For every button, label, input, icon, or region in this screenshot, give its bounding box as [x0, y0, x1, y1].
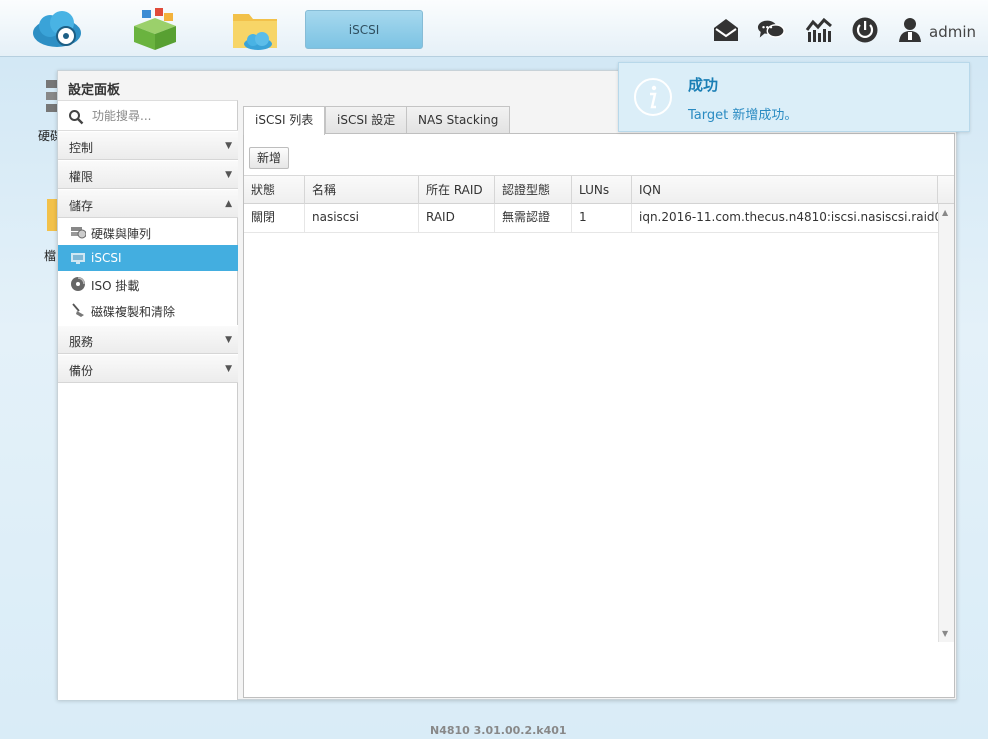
cell-auth: 無需認證 — [495, 204, 572, 232]
sidebar: 控制 ▼ 權限 ▼ 儲存 ▲ 硬碟與陣列 iSCSI — [58, 100, 238, 700]
add-button[interactable]: 新增 — [249, 147, 290, 169]
chevron-down-icon: ▼ — [225, 335, 232, 345]
column-header-iqn[interactable]: IQN — [632, 176, 938, 204]
column-header-auth[interactable]: 認證型態 — [495, 176, 572, 204]
sidebar-category-storage[interactable]: 儲存 ▲ — [58, 189, 238, 218]
desktop-label-file[interactable]: 檔 — [44, 247, 56, 264]
settings-panel: 設定面板 控制 ▼ 權限 ▼ 儲存 ▲ 硬碟與陣列 — [57, 70, 957, 700]
chevron-up-icon: ▲ — [225, 199, 232, 209]
tab-iscsi-app[interactable]: iSCSI — [305, 10, 423, 49]
mail-icon[interactable] — [712, 16, 740, 44]
table-row[interactable]: 關閉 nasiscsi RAID 無需認證 1 iqn.2016-11.com.… — [244, 204, 938, 233]
column-header-name[interactable]: 名稱 — [305, 176, 419, 204]
tab-content: 新增 狀態 名稱 所在 RAID 認證型態 LUNs IQN 關閉 nasisc… — [243, 133, 955, 698]
info-icon — [634, 78, 672, 116]
tab-iscsi-settings[interactable]: iSCSI 設定 — [325, 106, 408, 134]
iscsi-icon — [71, 253, 85, 264]
disk-desktop-icon[interactable] — [44, 78, 58, 118]
sidebar-category-permissions[interactable]: 權限 ▼ — [58, 160, 238, 189]
broom-icon — [72, 303, 84, 317]
cloud-settings-icon[interactable] — [30, 6, 84, 52]
sidebar-item-disk-raid[interactable]: 硬碟與陣列 — [58, 219, 238, 245]
disc-icon — [71, 277, 85, 291]
column-header-raid[interactable]: 所在 RAID — [419, 176, 495, 204]
app-box-icon[interactable] — [128, 6, 182, 52]
sidebar-item-disk-clone[interactable]: 磁碟複製和清除 — [58, 297, 238, 323]
vertical-scrollbar[interactable]: ▲ ▼ — [938, 204, 954, 642]
category-label: 控制 — [69, 141, 94, 155]
chevron-down-icon: ▼ — [225, 364, 232, 374]
cell-raid: RAID — [419, 204, 495, 232]
monitor-chart-icon[interactable] — [805, 16, 833, 44]
category-label: 權限 — [69, 170, 94, 184]
category-label: 備份 — [69, 364, 94, 378]
chat-icon[interactable] — [757, 16, 785, 44]
notification-title: 成功 — [688, 76, 719, 94]
sidebar-item-label: ISO 掛載 — [91, 279, 140, 293]
success-notification[interactable]: 成功 Target 新增成功。 — [618, 62, 970, 132]
table-header: 狀態 名稱 所在 RAID 認證型態 LUNs IQN — [244, 175, 954, 204]
column-header-status[interactable]: 狀態 — [244, 176, 305, 204]
panel-title: 設定面板 — [68, 83, 121, 98]
scroll-down-icon[interactable]: ▼ — [942, 629, 948, 638]
column-header-luns[interactable]: LUNs — [572, 176, 632, 204]
target-table: 狀態 名稱 所在 RAID 認證型態 LUNs IQN 關閉 nasiscsi … — [244, 175, 954, 642]
user-icon[interactable] — [898, 16, 922, 44]
chevron-down-icon: ▼ — [225, 170, 232, 180]
sidebar-item-iso-mount[interactable]: ISO 掛載 — [58, 271, 238, 297]
search-box — [58, 101, 238, 131]
tab-iscsi-list[interactable]: iSCSI 列表 — [243, 106, 326, 135]
sidebar-category-backup[interactable]: 備份 ▼ — [58, 354, 238, 383]
cell-iqn: iqn.2016-11.com.thecus.n4810:iscsi.nasis… — [639, 210, 938, 224]
cell-status: 關閉 — [244, 204, 305, 232]
cell-name: nasiscsi — [305, 204, 419, 232]
folder-cloud-icon[interactable] — [228, 6, 282, 52]
cell-luns: 1 — [572, 204, 632, 232]
top-bar: iSCSI admin — [0, 0, 988, 57]
notification-message: Target 新增成功。 — [688, 108, 798, 123]
disk-raid-icon — [71, 227, 86, 239]
sidebar-category-control[interactable]: 控制 ▼ — [58, 131, 238, 160]
search-icon — [69, 110, 84, 125]
sidebar-item-label: 硬碟與陣列 — [91, 227, 152, 241]
power-icon[interactable] — [851, 16, 879, 44]
version-footer: N4810 3.01.00.2.k401 — [430, 724, 567, 737]
sidebar-item-iscsi[interactable]: iSCSI — [58, 245, 238, 271]
search-input[interactable] — [92, 107, 232, 125]
category-label: 服務 — [69, 335, 94, 349]
sidebar-item-label: 磁碟複製和清除 — [91, 305, 176, 319]
sidebar-category-services[interactable]: 服務 ▼ — [58, 325, 238, 354]
scroll-up-icon[interactable]: ▲ — [942, 208, 948, 217]
app-tab-label: iSCSI — [348, 22, 380, 37]
sidebar-item-label: iSCSI — [91, 251, 122, 265]
tab-nas-stacking[interactable]: NAS Stacking — [406, 106, 511, 134]
category-label: 儲存 — [69, 199, 94, 213]
chevron-down-icon: ▼ — [225, 141, 232, 151]
user-name[interactable]: admin — [929, 23, 976, 41]
